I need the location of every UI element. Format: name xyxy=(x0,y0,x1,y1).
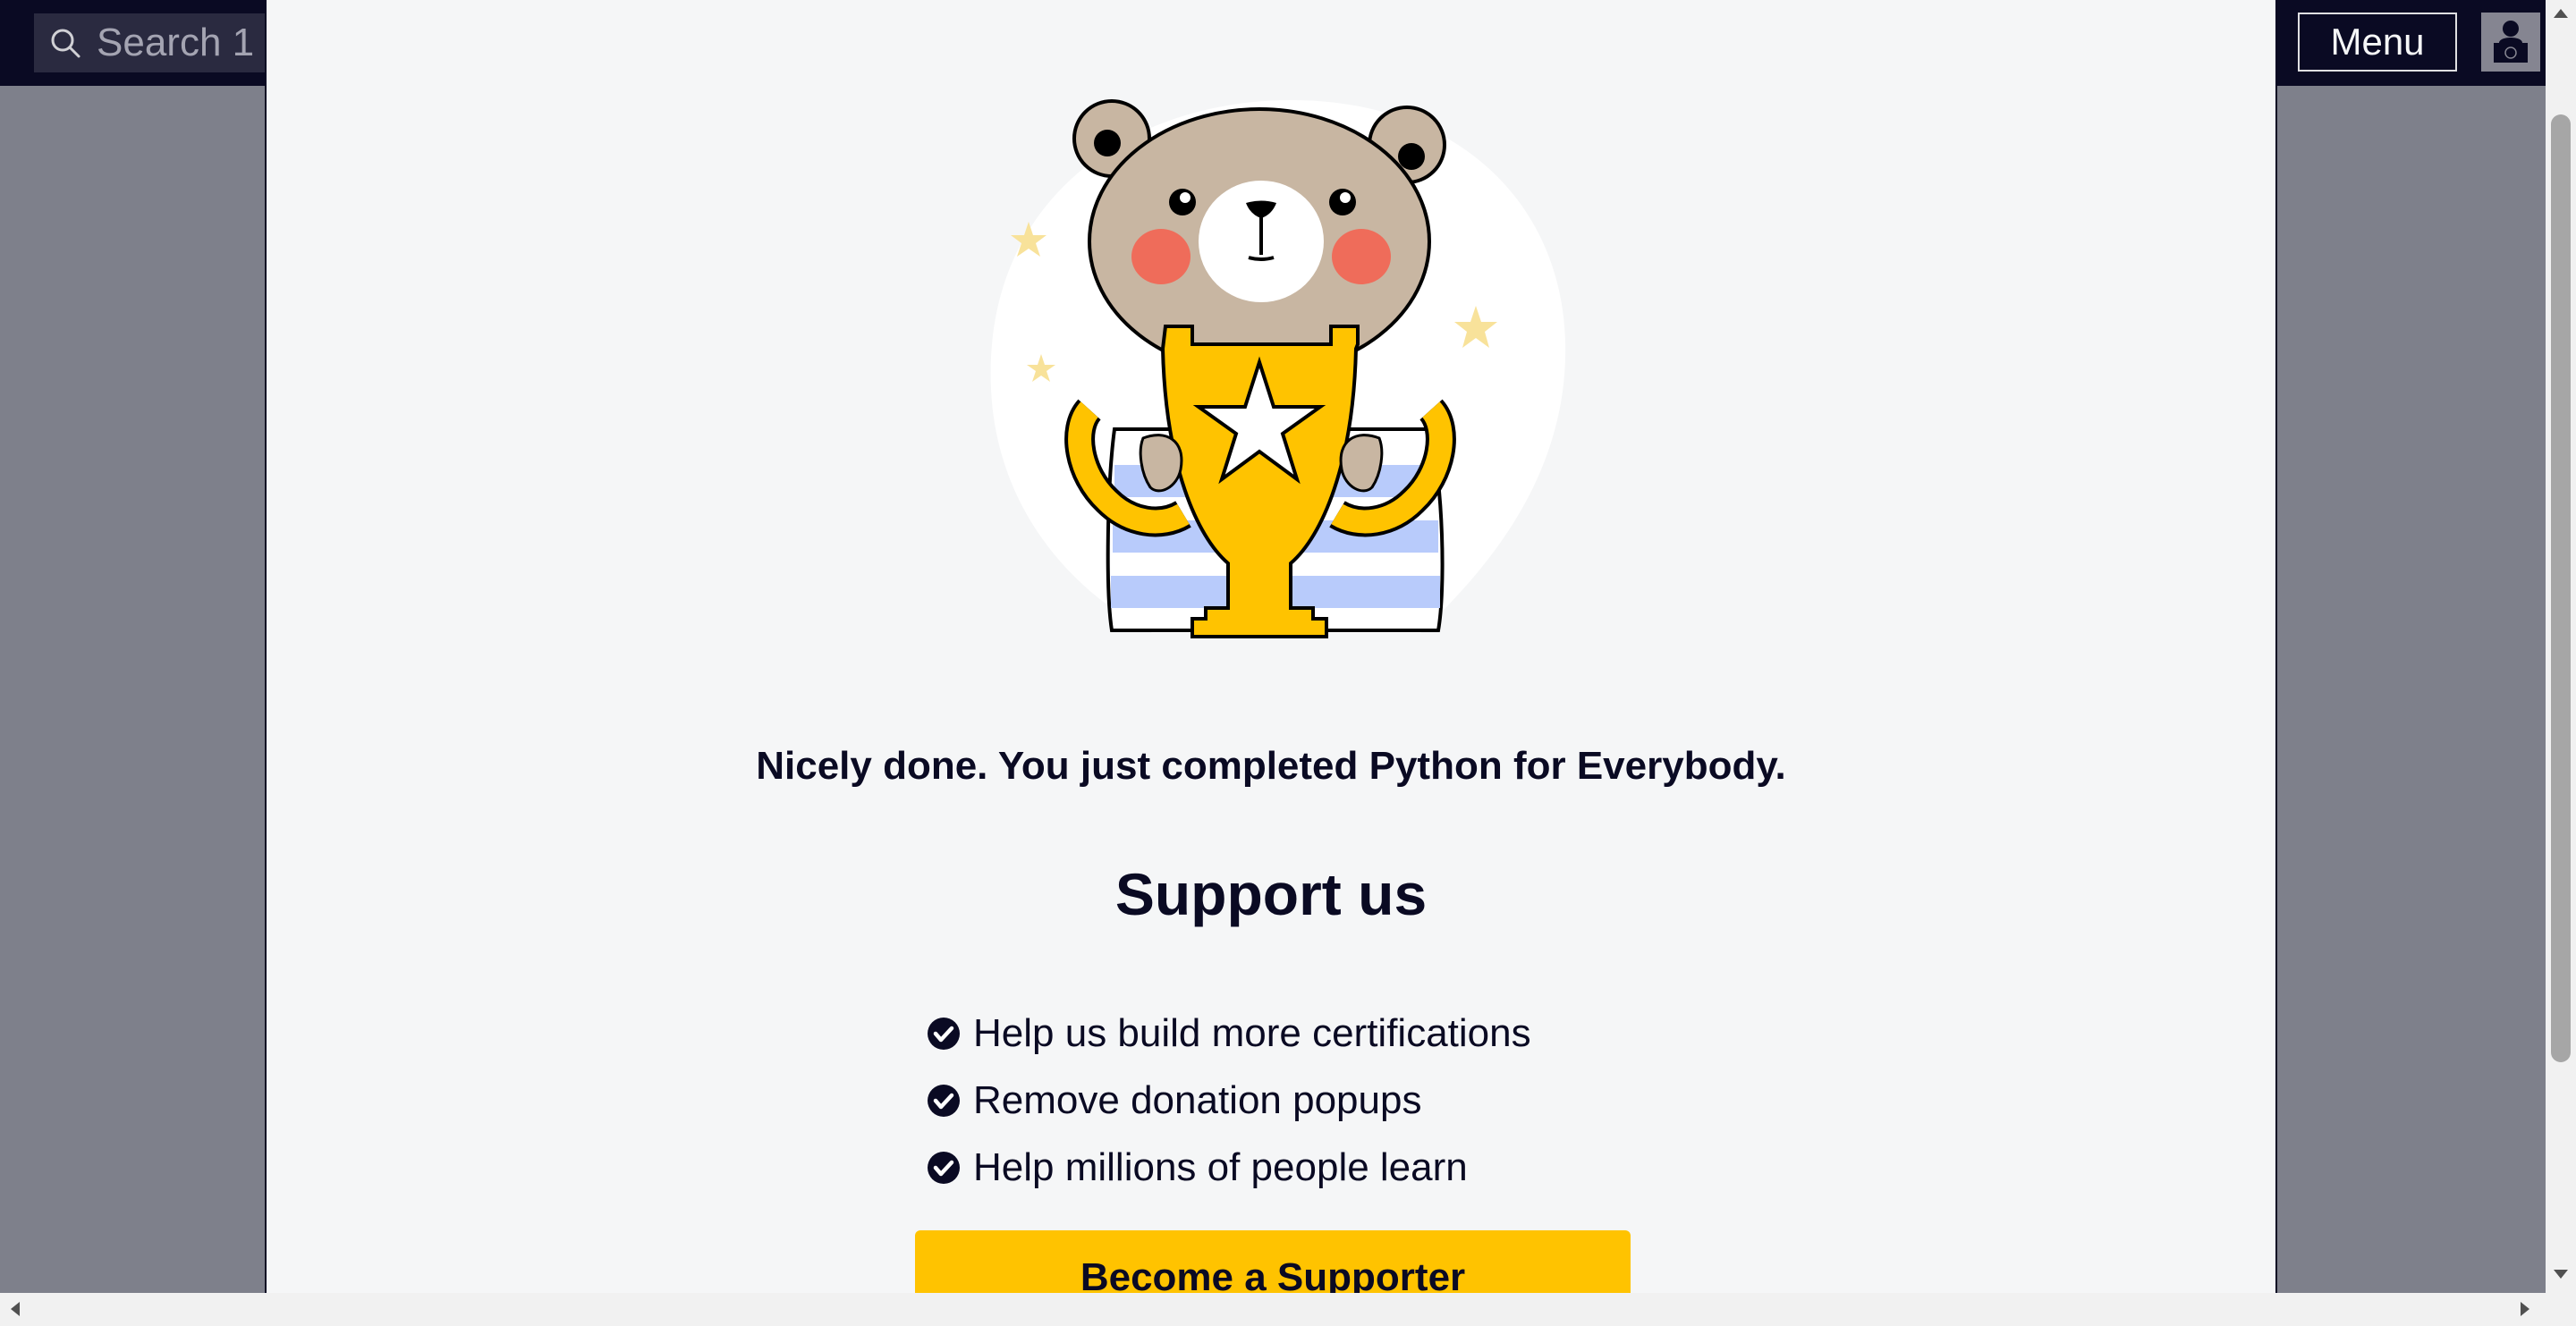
benefit-item: Help us build more certifications xyxy=(927,1000,1531,1067)
horizontal-scrollbar[interactable] xyxy=(0,1293,2576,1326)
search-box[interactable] xyxy=(34,13,267,72)
vertical-scrollbar-thumb[interactable] xyxy=(2551,114,2571,1062)
check-circle-icon xyxy=(928,1151,960,1184)
search-input[interactable] xyxy=(97,21,258,65)
completion-modal: Nicely done. You just completed Python f… xyxy=(265,0,2277,1293)
scroll-down-arrow-icon[interactable] xyxy=(2554,1270,2568,1279)
check-circle-icon xyxy=(928,1017,960,1050)
completion-message: Nicely done. You just completed Python f… xyxy=(756,744,1786,788)
menu-button[interactable]: Menu xyxy=(2298,13,2457,72)
scroll-right-arrow-icon[interactable] xyxy=(2521,1302,2529,1316)
benefit-item: Help millions of people learn xyxy=(927,1134,1531,1201)
benefit-label: Remove donation popups xyxy=(973,1077,1422,1122)
benefits-list: Help us build more certifications Remove… xyxy=(927,1000,1531,1201)
search-icon xyxy=(34,13,97,72)
user-avatar[interactable] xyxy=(2481,13,2540,72)
support-heading: Support us xyxy=(1114,861,1428,927)
benefit-label: Help millions of people learn xyxy=(973,1144,1468,1189)
benefit-item: Remove donation popups xyxy=(927,1067,1531,1134)
become-supporter-button[interactable]: Become a Supporter xyxy=(915,1230,1631,1293)
scroll-up-arrow-icon[interactable] xyxy=(2554,9,2568,18)
bear-trophy-illustration xyxy=(990,99,1566,638)
scroll-left-arrow-icon[interactable] xyxy=(11,1302,20,1316)
benefit-label: Help us build more certifications xyxy=(973,1010,1531,1055)
check-circle-icon xyxy=(928,1084,960,1117)
avatar-icon xyxy=(2494,21,2528,63)
